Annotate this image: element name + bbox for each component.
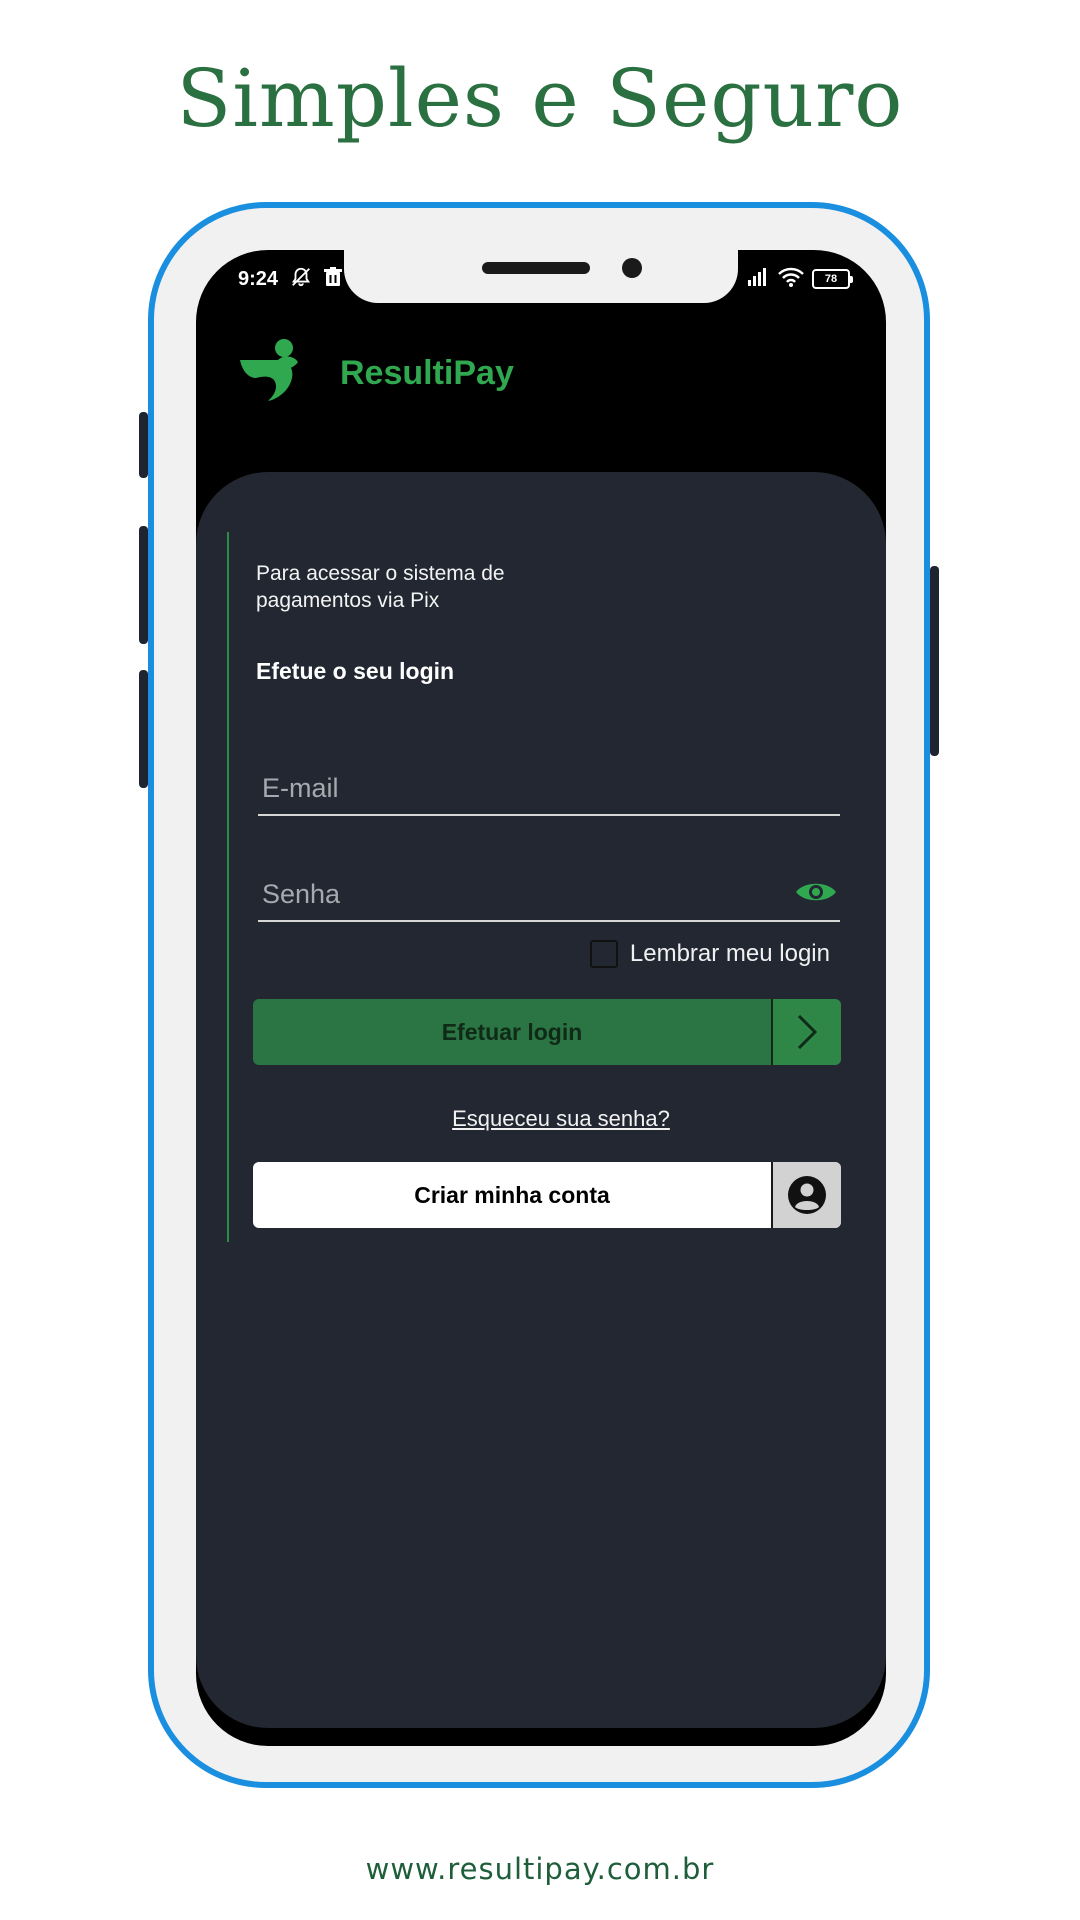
account-circle-icon [771, 1162, 841, 1228]
remember-login[interactable]: Lembrar meu login [589, 938, 830, 970]
forgot-password-link[interactable]: Esqueceu sua senha? [452, 1106, 670, 1131]
chevron-right-icon [771, 999, 841, 1065]
battery-icon: 78 [812, 269, 853, 289]
status-bar-left: 9:24 [238, 264, 343, 294]
front-camera [622, 258, 642, 278]
password-field [258, 868, 840, 922]
speaker-grille [482, 262, 590, 274]
status-bar-right: 78 [748, 264, 853, 294]
promo-headline: Simples e Seguro [176, 52, 904, 145]
login-panel: Para acessar o sistema de pagamentos via… [196, 472, 886, 1728]
app-header: ResultiPay [238, 338, 514, 408]
email-input[interactable] [258, 762, 784, 814]
password-input[interactable] [258, 868, 784, 920]
create-account-label: Criar minha conta [414, 1181, 610, 1208]
show-password-icon[interactable] [794, 878, 838, 906]
signal-icon [748, 267, 770, 291]
remember-label: Lembrar meu login [629, 940, 830, 967]
phone-side-button-volume-down [139, 670, 148, 788]
status-time: 9:24 [238, 267, 279, 290]
app-name: ResultiPay [340, 353, 514, 392]
phone-side-button-volume-up [139, 526, 148, 644]
email-field [258, 762, 840, 816]
login-button-label: Efetuar login [441, 1018, 583, 1045]
trash-icon [324, 266, 343, 292]
login-button[interactable]: Efetuar login [253, 999, 841, 1065]
login-title: Efetue o seu login [256, 658, 455, 684]
forgot-password: Esqueceu sua senha? [196, 1106, 886, 1132]
website-url: www.resultipay.com.br [365, 1852, 715, 1886]
remember-checkbox[interactable] [589, 940, 618, 968]
phone-side-button-mute [139, 412, 148, 478]
resultipay-logo-icon [238, 338, 300, 409]
phone-side-button-power [930, 566, 939, 756]
accent-divider [227, 532, 229, 1242]
bell-off-icon [290, 266, 312, 293]
intro-text: Para acessar o sistema de pagamentos via… [256, 562, 505, 612]
create-account-button[interactable]: Criar minha conta [253, 1162, 841, 1228]
phone-notch [344, 250, 738, 303]
phone-screen: 9:24 78 ResultiPay Para acessar o sistem… [196, 250, 886, 1746]
wifi-icon [778, 267, 804, 292]
